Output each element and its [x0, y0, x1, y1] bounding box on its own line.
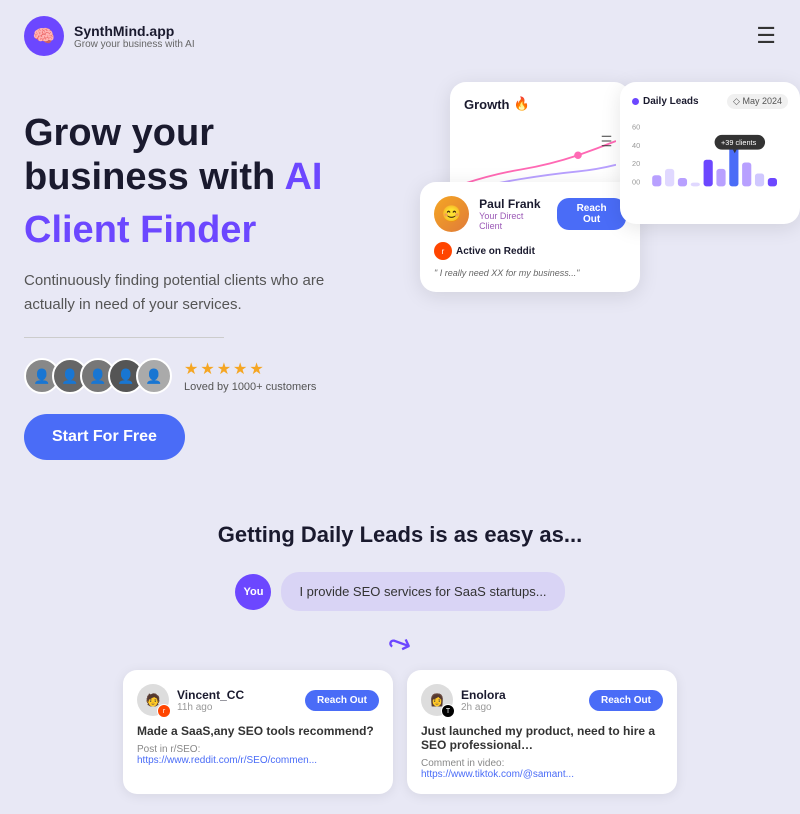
hero-right: Growth 🔥	[420, 82, 800, 442]
vincent-text: Made a SaaS,any SEO tools recommend?	[137, 724, 379, 738]
growth-label: Growth	[464, 97, 510, 112]
you-badge: You	[235, 574, 271, 610]
logo-area: 🧠 SynthMind.app Grow your business with …	[24, 16, 195, 56]
leads-cards-row: 🧑 r Vincent_CC 11h ago Reach Out Made a …	[24, 670, 776, 794]
enolora-reach-button[interactable]: Reach Out	[589, 690, 663, 711]
leads-label: Daily Leads	[643, 96, 699, 107]
paul-quote: " I really need XX for my business..."	[434, 268, 626, 278]
logo-tagline: Grow your business with AI	[74, 39, 195, 50]
leads-date: ◇ May 2024	[727, 94, 788, 109]
paul-reach-button[interactable]: Reach Out	[557, 198, 626, 230]
header: 🧠 SynthMind.app Grow your business with …	[0, 0, 800, 72]
enolora-avatar: 👩 T	[421, 684, 453, 716]
vincent-name: Vincent_CC	[177, 688, 244, 702]
reddit-badge: r Active on Reddit	[434, 242, 626, 260]
daily-leads-card: Daily Leads ◇ May 2024 60 40 20 00	[620, 82, 800, 224]
paul-name: Paul Frank	[479, 197, 547, 211]
chat-bubble: I provide SEO services for SaaS startups…	[281, 572, 564, 611]
svg-text:00: 00	[632, 177, 640, 186]
vincent-link-label: Post in r/SEO:	[137, 744, 379, 755]
enolora-text: Just launched my product, need to hire a…	[421, 724, 663, 752]
logo-text: SynthMind.app Grow your business with AI	[74, 23, 195, 50]
stars: ★★★★★	[184, 359, 316, 379]
enolora-name: Enolora	[461, 688, 506, 702]
hero-title-line2: business with	[24, 156, 275, 198]
social-proof: 👤 👤 👤 👤 👤 ★★★★★ Loved by 1000+ customers	[24, 358, 424, 394]
hero-title-line1: Grow your	[24, 112, 214, 154]
paul-avatar: 😊	[434, 196, 469, 232]
arrow-area: ↩	[24, 627, 776, 660]
enolora-link[interactable]: https://www.tiktok.com/@samant...	[421, 769, 663, 780]
leads-dot	[632, 98, 639, 105]
chat-row: You I provide SEO services for SaaS star…	[24, 572, 776, 611]
hero-subtitle: Client Finder	[24, 209, 424, 253]
leads-title: Daily Leads	[632, 96, 699, 107]
menu-button[interactable]: ☰	[756, 23, 776, 49]
hero-left: Grow your business with AI Client Finder…	[24, 92, 424, 492]
enolora-info: Enolora 2h ago	[461, 688, 506, 713]
svg-text:+39 clients: +39 clients	[721, 138, 757, 147]
logo-name: SynthMind.app	[74, 23, 195, 39]
lead-card-header-vincent: 🧑 r Vincent_CC 11h ago Reach Out	[137, 684, 379, 716]
tiktok-badge-icon: T	[441, 704, 455, 718]
avatar-5: 👤	[136, 358, 172, 394]
lead-card-enolora: 👩 T Enolora 2h ago Reach Out Just launch…	[407, 670, 677, 794]
cta-button[interactable]: Start For Free	[24, 414, 185, 460]
bottom-section: Getting Daily Leads is as easy as... You…	[0, 492, 800, 814]
stars-area: ★★★★★ Loved by 1000+ customers	[184, 359, 316, 393]
hero-description: Continuously finding potential clients w…	[24, 269, 364, 317]
hero-section: Grow your business with AI Client Finder…	[0, 72, 800, 492]
vincent-info: Vincent_CC 11h ago	[177, 688, 244, 713]
reddit-icon: r	[434, 242, 452, 260]
paul-card-top: 😊 Paul Frank Your Direct Client Reach Ou…	[434, 196, 626, 232]
loved-text: Loved by 1000+ customers	[184, 381, 316, 393]
vincent-time: 11h ago	[177, 702, 244, 713]
hero-title-ai: AI	[284, 156, 322, 198]
svg-text:20: 20	[632, 159, 640, 168]
section-title: Getting Daily Leads is as easy as...	[24, 522, 776, 548]
enolora-time: 2h ago	[461, 702, 506, 713]
leads-card-header: Daily Leads ◇ May 2024	[632, 94, 788, 109]
leads-bar-chart: 60 40 20 00 +39 clients	[632, 117, 788, 207]
reddit-badge-icon: r	[157, 704, 171, 718]
growth-icon: 🔥	[514, 96, 530, 112]
logo-icon: 🧠	[24, 16, 64, 56]
paul-frank-card: 😊 Paul Frank Your Direct Client Reach Ou…	[420, 182, 640, 292]
hero-title: Grow your business with AI	[24, 112, 424, 199]
vincent-avatar: 🧑 r	[137, 684, 169, 716]
divider	[24, 337, 224, 338]
svg-text:60: 60	[632, 122, 640, 131]
lead-card-vincent: 🧑 r Vincent_CC 11h ago Reach Out Made a …	[123, 670, 393, 794]
vincent-reach-button[interactable]: Reach Out	[305, 690, 379, 711]
arrow-icon: ↩	[383, 624, 416, 663]
growth-card-title: Growth 🔥	[464, 96, 616, 112]
lead-card-header-enolora: 👩 T Enolora 2h ago Reach Out	[421, 684, 663, 716]
paul-subtitle: Your Direct Client	[479, 211, 547, 231]
enolora-link-label: Comment in video:	[421, 758, 663, 769]
platform-label: Active on Reddit	[456, 246, 535, 257]
avatars: 👤 👤 👤 👤 👤	[24, 358, 172, 394]
vincent-link[interactable]: https://www.reddit.com/r/SEO/commen...	[137, 755, 379, 766]
svg-text:40: 40	[632, 141, 640, 150]
paul-info: Paul Frank Your Direct Client	[479, 197, 547, 231]
